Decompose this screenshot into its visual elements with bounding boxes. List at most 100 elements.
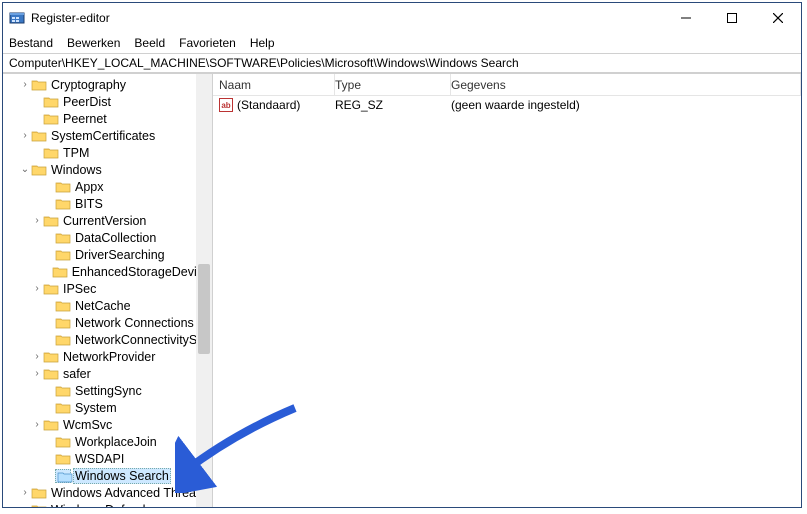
titlebar: Register-editor	[3, 3, 801, 33]
menu-bewerken[interactable]: Bewerken	[67, 36, 120, 50]
tree-node[interactable]: Network Connections	[3, 314, 212, 331]
tree-node-label: System	[73, 401, 119, 415]
column-data[interactable]: Gegevens	[451, 74, 801, 95]
tree-node-label: Windows Defender	[49, 503, 159, 508]
tree-node-label: NetCache	[73, 299, 133, 313]
tree-node[interactable]: PeerDist	[3, 93, 212, 110]
menu-favorieten[interactable]: Favorieten	[179, 36, 236, 50]
folder-icon	[55, 435, 71, 449]
tree-node-label: NetworkProvider	[61, 350, 157, 364]
folder-icon	[43, 367, 59, 381]
folder-icon	[43, 214, 59, 228]
tree-node[interactable]: Peernet	[3, 110, 212, 127]
tree-node[interactable]: › CurrentVersion	[3, 212, 212, 229]
tree-scrollbar[interactable]	[196, 74, 212, 507]
menu-beeld[interactable]: Beeld	[134, 36, 165, 50]
values-pane[interactable]: Naam Type Gegevens ab (Standaard) REG_SZ…	[213, 74, 801, 507]
tree-node[interactable]: › Windows Defender	[3, 501, 212, 507]
maximize-button[interactable]	[709, 3, 755, 33]
expand-icon[interactable]: ›	[19, 504, 31, 507]
expand-icon[interactable]: ›	[31, 215, 43, 226]
tree-node-label: Windows	[49, 163, 104, 177]
column-type[interactable]: Type	[335, 74, 451, 95]
app-icon	[9, 10, 25, 26]
expand-icon[interactable]: ›	[31, 283, 43, 294]
list-header: Naam Type Gegevens	[213, 74, 801, 96]
close-button[interactable]	[755, 3, 801, 33]
folder-icon	[55, 384, 71, 398]
tree-node-label: Network Connections	[73, 316, 196, 330]
tree-node-label: safer	[61, 367, 93, 381]
tree-node[interactable]: › safer	[3, 365, 212, 382]
tree-node[interactable]: WorkplaceJoin	[3, 433, 212, 450]
value-name: (Standaard)	[237, 98, 300, 112]
menubar: Bestand Bewerken Beeld Favorieten Help	[3, 33, 801, 53]
tree-node[interactable]: SettingSync	[3, 382, 212, 399]
address-bar[interactable]: Computer\HKEY_LOCAL_MACHINE\SOFTWARE\Pol…	[3, 53, 801, 73]
tree-node[interactable]: ›IPSec	[3, 280, 212, 297]
folder-icon	[55, 316, 71, 330]
tree-node[interactable]: WSDAPI	[3, 450, 212, 467]
expand-icon[interactable]: ›	[19, 79, 31, 90]
tree-node[interactable]: DriverSearching	[3, 246, 212, 263]
tree-node[interactable]: ⌄ Windows	[3, 161, 212, 178]
expand-icon[interactable]: ›	[19, 130, 31, 141]
tree-node-label: EnhancedStorageDevice	[70, 265, 212, 279]
window-title: Register-editor	[31, 11, 663, 25]
expand-icon[interactable]: ›	[31, 351, 43, 362]
tree-node-label: DriverSearching	[73, 248, 167, 262]
tree-node[interactable]: › SystemCertificates	[3, 127, 212, 144]
column-name[interactable]: Naam	[213, 74, 335, 95]
folder-icon	[55, 469, 71, 483]
tree-node[interactable]: › NetworkProvider	[3, 348, 212, 365]
tree-node[interactable]: Appx	[3, 178, 212, 195]
tree-node-label: Windows Search	[73, 468, 171, 484]
tree-node-label: Cryptography	[49, 78, 128, 92]
tree-node[interactable]: › WcmSvc	[3, 416, 212, 433]
folder-icon	[55, 248, 71, 262]
folder-icon	[31, 486, 47, 500]
folder-icon	[55, 299, 71, 313]
expand-icon[interactable]: ›	[31, 419, 43, 430]
folder-icon	[55, 401, 71, 415]
folder-icon	[31, 129, 47, 143]
folder-icon	[43, 282, 59, 296]
folder-icon	[43, 112, 59, 126]
tree-node[interactable]: Windows Search	[3, 467, 212, 484]
minimize-button[interactable]	[663, 3, 709, 33]
tree-node-label: WcmSvc	[61, 418, 114, 432]
tree-node-label: DataCollection	[73, 231, 158, 245]
tree-node[interactable]: EnhancedStorageDevice	[3, 263, 212, 280]
tree-node-label: CurrentVersion	[61, 214, 148, 228]
tree-node[interactable]: NetCache	[3, 297, 212, 314]
tree-node[interactable]: NetworkConnectivitySt	[3, 331, 212, 348]
folder-icon	[43, 95, 59, 109]
tree-node[interactable]: › Cryptography	[3, 76, 212, 93]
tree-node[interactable]: System	[3, 399, 212, 416]
expand-icon[interactable]: ›	[31, 368, 43, 379]
regsz-icon: ab	[219, 98, 233, 112]
tree-pane[interactable]: › CryptographyPeerDist Peernet › SystemCerti…	[3, 74, 213, 507]
expand-icon[interactable]: ›	[19, 487, 31, 498]
value-row[interactable]: ab (Standaard) REG_SZ (geen waarde inges…	[213, 96, 801, 114]
content-area: › CryptographyPeerDist Peernet › SystemCerti…	[3, 73, 801, 507]
folder-icon	[55, 333, 71, 347]
tree-node-label: SystemCertificates	[49, 129, 157, 143]
tree-node-label: WSDAPI	[73, 452, 126, 466]
folder-icon	[43, 350, 59, 364]
tree-node-label: TPM	[61, 146, 91, 160]
menu-help[interactable]: Help	[250, 36, 275, 50]
tree-node-label: WorkplaceJoin	[73, 435, 159, 449]
tree-node-label: Peernet	[61, 112, 109, 126]
expand-icon[interactable]: ⌄	[19, 164, 31, 175]
tree-node[interactable]: ›Windows Advanced Threa	[3, 484, 212, 501]
tree-node-label: SettingSync	[73, 384, 144, 398]
tree-node[interactable]: BITS	[3, 195, 212, 212]
tree-node-label: NetworkConnectivitySt	[73, 333, 203, 347]
tree-node[interactable]: TPM	[3, 144, 212, 161]
menu-bestand[interactable]: Bestand	[9, 36, 53, 50]
scrollbar-thumb[interactable]	[198, 264, 210, 354]
folder-icon	[55, 231, 71, 245]
tree-node[interactable]: DataCollection	[3, 229, 212, 246]
folder-icon	[43, 418, 59, 432]
